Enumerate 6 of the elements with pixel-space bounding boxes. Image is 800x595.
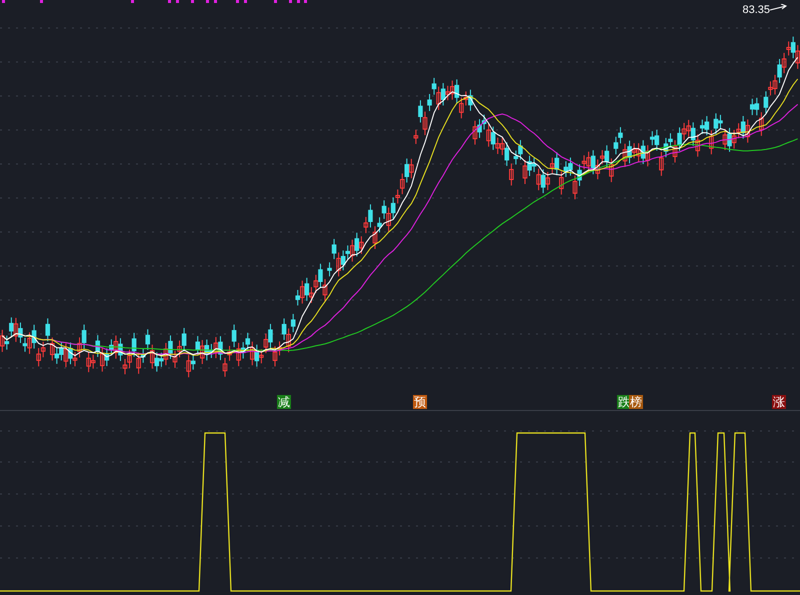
signal-label: 涨 [772,395,786,409]
signal-label: 预 [413,395,427,409]
signal-label: 减 [277,395,291,409]
signal-label: 榜 [629,395,643,409]
arrow-icon [770,4,788,12]
price-label: 83.35 [742,3,770,18]
